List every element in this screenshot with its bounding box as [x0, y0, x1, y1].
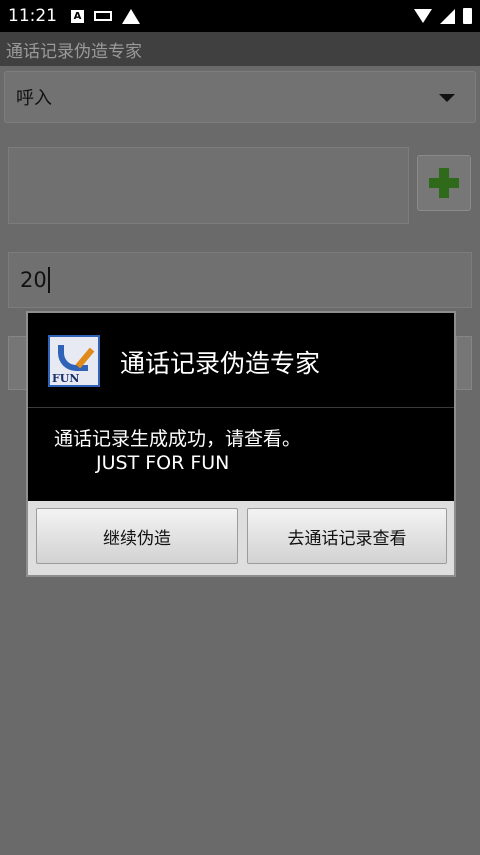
continue-forging-button[interactable]: 继续伪造	[36, 508, 238, 564]
dialog-message-secondary: JUST FOR FUN	[96, 452, 230, 474]
signal-icon	[440, 8, 455, 24]
status-time: 11:21	[8, 6, 57, 26]
phone-number-input[interactable]	[8, 147, 409, 224]
system-icons	[414, 8, 472, 24]
background-button-right[interactable]	[456, 336, 472, 390]
record-count-value: 20	[20, 268, 47, 292]
dialog-message: 通话记录生成成功，请查看。	[54, 428, 302, 450]
dialog-title: 通话记录伪造专家	[120, 349, 321, 378]
app-title-bar: 通话记录伪造专家	[0, 32, 480, 66]
plus-icon	[429, 168, 459, 198]
warning-icon	[122, 8, 140, 24]
add-contact-button[interactable]	[417, 155, 471, 211]
keyboard-icon	[94, 11, 112, 21]
battery-icon	[463, 8, 472, 24]
dialog-header: FUN 通话记录伪造专家	[28, 313, 454, 407]
dialog-button-bar: 继续伪造 去通话记录查看	[28, 501, 454, 575]
accessibility-a-icon: A	[71, 9, 84, 23]
call-type-value: 呼入	[16, 88, 52, 109]
record-count-input[interactable]: 20	[8, 252, 472, 308]
dialog-divider	[28, 407, 454, 408]
background-button-left[interactable]	[8, 336, 28, 390]
call-type-spinner[interactable]: 呼入	[4, 71, 476, 123]
view-call-log-button[interactable]: 去通话记录查看	[247, 508, 447, 564]
app-logo-icon: FUN	[48, 335, 100, 387]
app-logo-text: FUN	[52, 372, 80, 385]
app-title: 通话记录伪造专家	[6, 41, 142, 62]
status-bar: 11:21 A	[0, 0, 480, 32]
text-cursor	[47, 267, 50, 293]
dropdown-arrow-icon	[439, 94, 455, 102]
success-dialog: FUN 通话记录伪造专家 通话记录生成成功，请查看。 JUST FOR FUN …	[26, 311, 456, 577]
notification-icons: A	[71, 8, 140, 24]
wifi-icon	[414, 9, 432, 23]
